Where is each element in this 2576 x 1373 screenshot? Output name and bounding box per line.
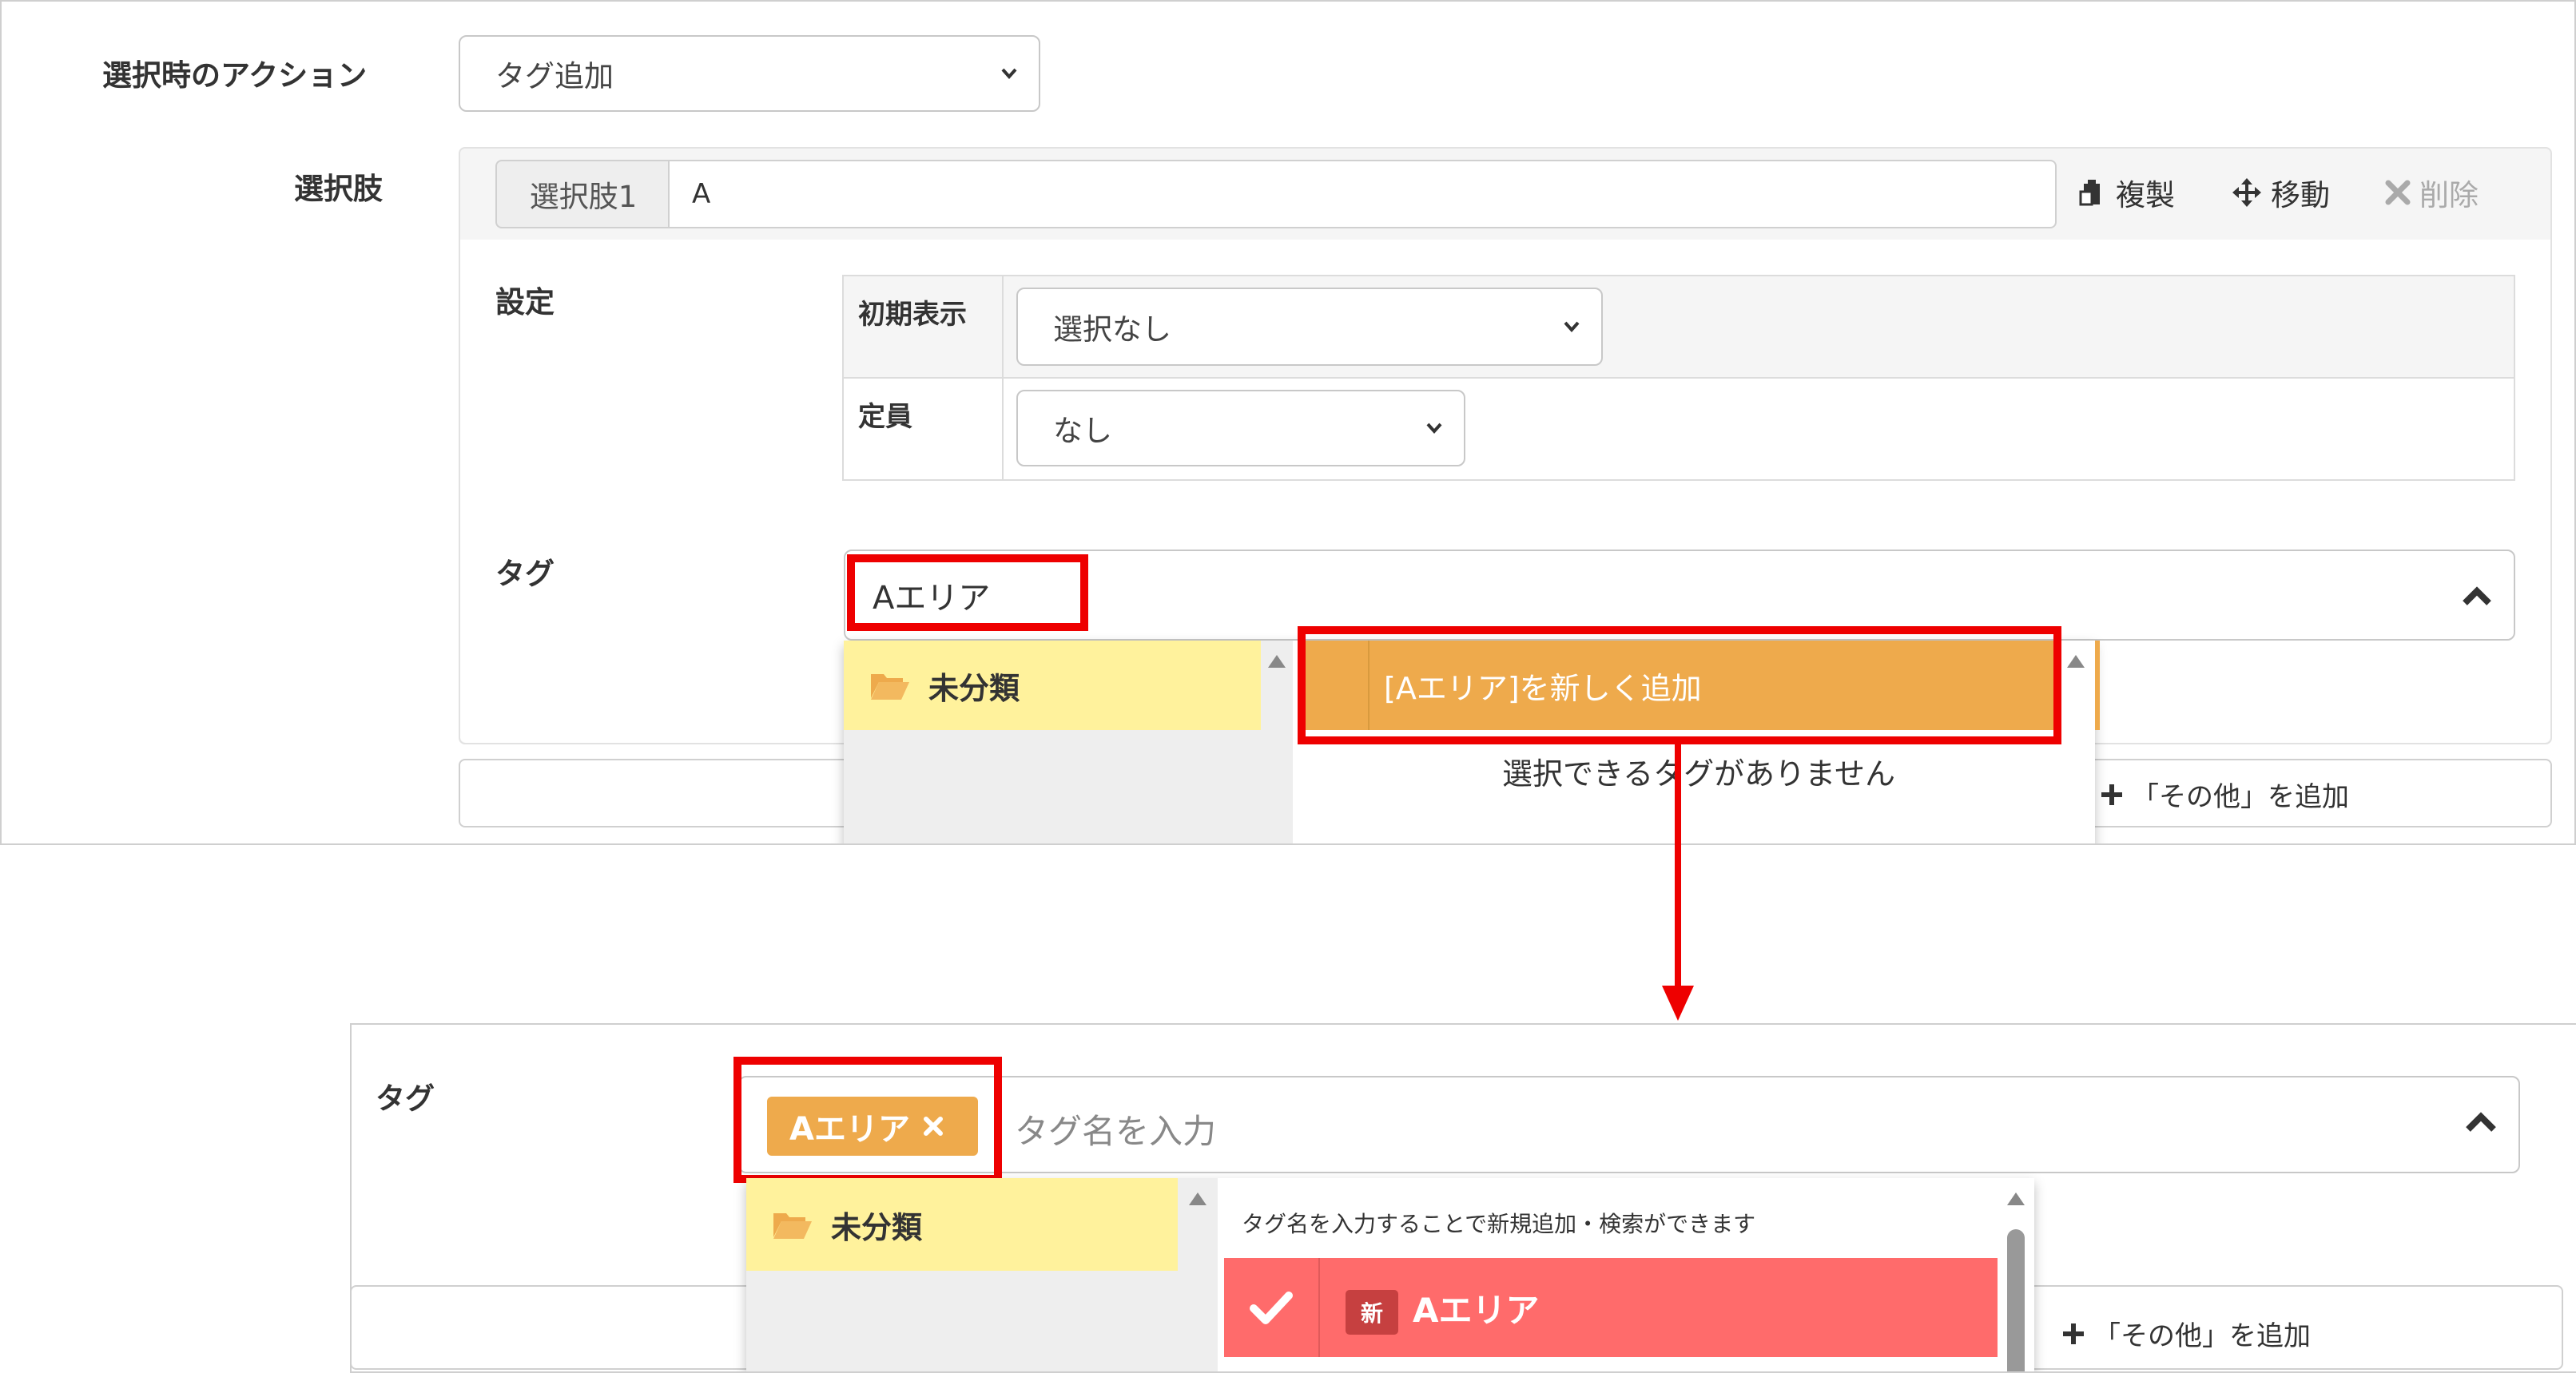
delete-button[interactable]: 削除 [2384,171,2479,214]
options-scrollbar[interactable] [1998,1178,2034,1371]
hint-text: タグ名を入力することで新規追加・検索ができます [1242,1211,1756,1237]
highlight-add-new [1298,626,2061,744]
tag-input-box[interactable] [738,1076,2520,1173]
scroll-up-icon[interactable] [1187,1191,1208,1207]
initial-display-select[interactable]: 選択なし [1016,288,1603,366]
check-icon [1250,1292,1293,1324]
scroll-up-icon[interactable] [2065,653,2086,669]
new-badge: 新 [1346,1290,1398,1335]
choice-value-input[interactable]: A [668,160,2057,228]
plus-icon [2101,784,2122,805]
chevron-down-icon [1001,68,1017,80]
paste-icon [2079,180,2100,206]
category-item-uncategorized[interactable]: 未分類 [844,641,1261,730]
chevron-up-icon [2463,586,2491,605]
tag-action-form-before: 選択時のアクション タグ追加 選択肢 選択肢1 A 複製 移動 削除 設定 初期… [0,0,2576,845]
add-other-button[interactable]: 「その他」を追加 [2100,775,2349,814]
category-scrollbar[interactable] [1261,641,1293,843]
folder-open-icon [871,674,909,700]
scrollbar-thumb[interactable] [2007,1229,2025,1371]
tag-label: タグ [495,557,555,591]
move-button[interactable]: 移動 [2231,171,2330,214]
arrow-down-icon [1662,743,1694,1021]
plus-icon [2063,1323,2084,1344]
delete-x-icon [2385,180,2411,205]
action-select-value: タグ追加 [495,59,614,93]
action-select[interactable]: タグ追加 [459,35,1040,112]
new-tag-option[interactable]: 新 Aエリア [1224,1258,1998,1357]
move-icon [2232,178,2261,207]
category-scrollbar[interactable] [1178,1178,1218,1371]
tag-action-form-after: タグ Aエリア タグ名を入力 「その他」を追加 未分類 タグ名を入力することで新… [350,1023,2576,1373]
tag-input-text[interactable]: Aエリア [873,572,990,618]
highlight-selected-tag [733,1057,1002,1183]
chevron-down-icon [1564,321,1580,333]
capacity-select[interactable]: なし [1016,390,1465,466]
new-row-divider [1318,1258,1320,1357]
initial-display-label: 初期表示 [858,299,967,331]
tag-dropdown: 未分類 タグ名を入力することで新規追加・検索ができます 新 Aエリア [746,1178,2034,1371]
category-item-uncategorized[interactable]: 未分類 [746,1178,1178,1271]
scroll-up-icon[interactable] [1266,653,1287,669]
copy-button[interactable]: 複製 [2077,171,2175,214]
settings-divider [1002,276,1004,479]
add-other-button[interactable]: 「その他」を追加 [2061,1314,2311,1353]
new-tag-name: Aエリア [1413,1291,1540,1330]
action-label: 選択時のアクション [102,58,368,93]
options-scrollbar[interactable] [2057,641,2095,843]
tag-label: タグ [376,1081,435,1116]
chevron-down-icon [1426,423,1442,435]
chevron-up-icon [2466,1112,2496,1132]
capacity-label: 定員 [858,401,912,433]
tag-name-input[interactable]: タグ名を入力 [1015,1105,1216,1153]
scroll-up-icon[interactable] [2006,1191,2026,1207]
choices-label: 選択肢 [294,172,383,206]
folder-open-icon [773,1213,812,1239]
settings-label: 設定 [495,285,555,319]
choice-addon: 選択肢1 [495,160,670,228]
